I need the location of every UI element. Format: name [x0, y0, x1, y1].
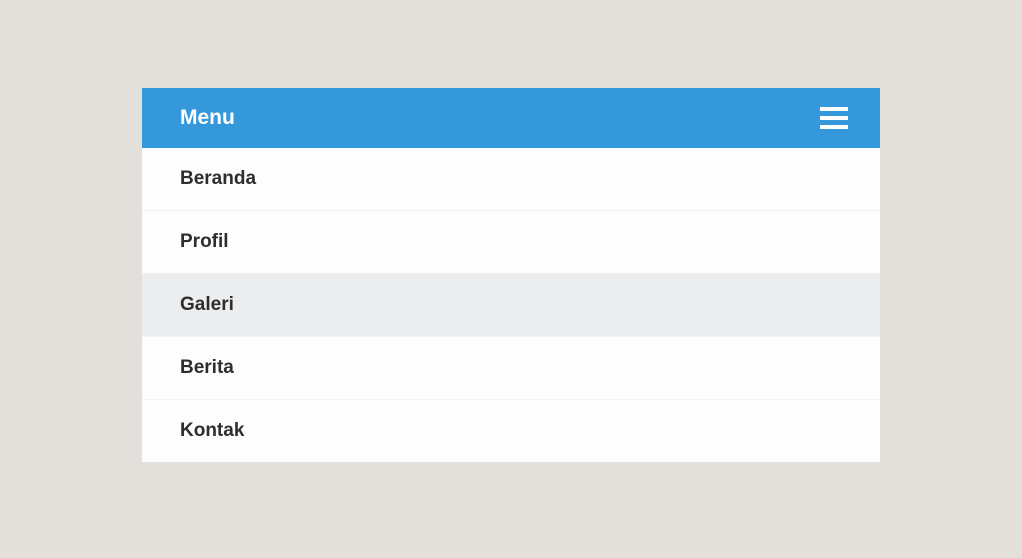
hamburger-icon[interactable] [820, 107, 848, 129]
menu-header: Menu [142, 88, 880, 148]
menu-item-berita[interactable]: Berita [142, 337, 880, 400]
menu-item-profil[interactable]: Profil [142, 211, 880, 274]
menu-container: Menu Beranda Profil Galeri Berita Kontak [142, 88, 880, 462]
menu-list: Beranda Profil Galeri Berita Kontak [142, 148, 880, 462]
menu-item-beranda[interactable]: Beranda [142, 148, 880, 211]
menu-item-galeri[interactable]: Galeri [142, 274, 880, 337]
menu-title: Menu [180, 106, 235, 130]
menu-item-kontak[interactable]: Kontak [142, 400, 880, 462]
